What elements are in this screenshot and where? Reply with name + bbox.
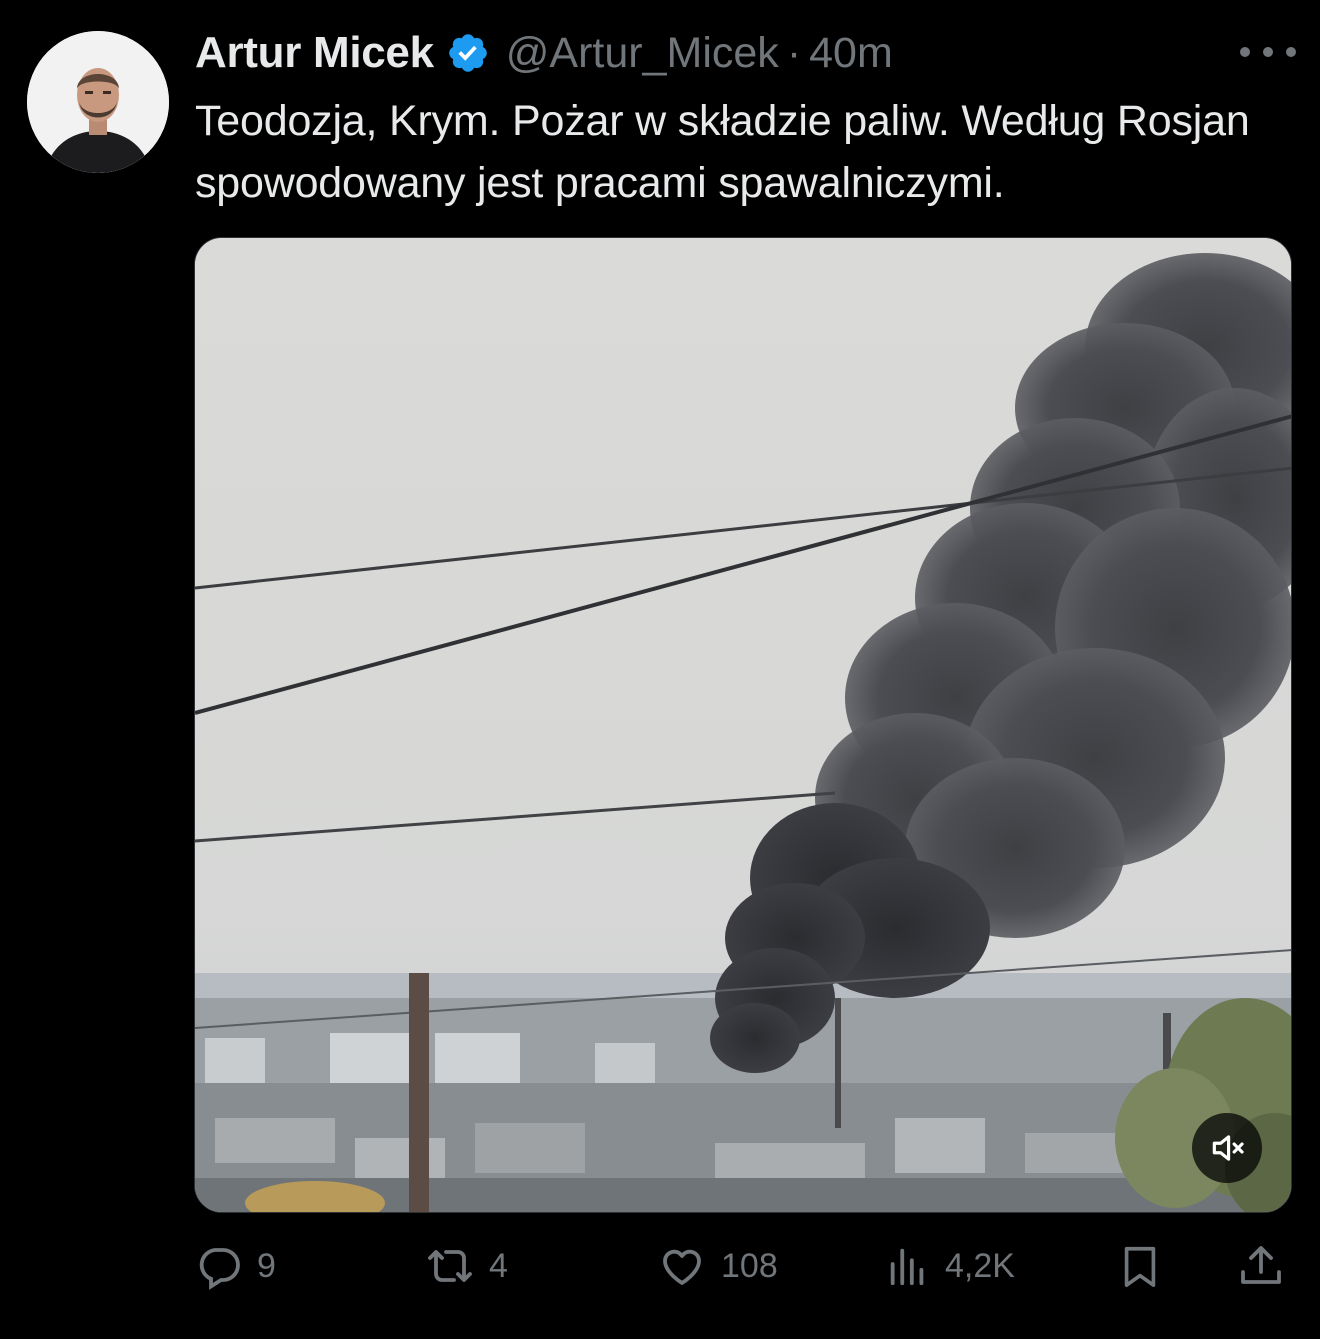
separator-dot: · [786,28,802,77]
like-button[interactable]: 108 [657,1235,778,1297]
verified-badge-icon[interactable] [446,31,490,75]
reply-button[interactable]: 9 [195,1235,276,1297]
bookmark-icon [1124,1246,1156,1287]
like-count: 108 [721,1246,778,1285]
heart-icon [663,1249,701,1285]
views-button[interactable]: 4,2K [885,1235,1015,1297]
tweet-actions: 9 4 108 4,2K [195,1235,1295,1297]
author-name[interactable]: Artur Micek [195,28,434,78]
retweet-icon [428,1250,472,1282]
views-icon [890,1248,924,1286]
share-icon [1241,1246,1281,1284]
mute-toggle-button[interactable] [1192,1113,1262,1183]
tweet-header: Artur Micek @Artur_Micek · 40m [195,24,893,82]
speaker-muted-icon [1212,1135,1244,1161]
reply-count: 9 [257,1246,276,1285]
tweet[interactable]: Artur Micek @Artur_Micek · 40m Teodozja,… [0,0,1320,1339]
share-button[interactable] [1237,1235,1285,1297]
views-count: 4,2K [945,1246,1015,1285]
tweet-text: Teodozja, Krym. Pożar w składzie paliw. … [195,97,1250,207]
bookmark-button[interactable] [1117,1235,1163,1297]
reply-icon [199,1248,240,1290]
video-frame [195,238,1291,1212]
more-options-icon[interactable] [1240,36,1296,68]
tweet-timestamp[interactable]: 40m [809,29,893,78]
tweet-video[interactable] [194,237,1292,1213]
retweet-count: 4 [489,1246,508,1285]
retweet-button[interactable]: 4 [425,1235,508,1297]
author-handle[interactable]: @Artur_Micek [506,29,779,78]
author-avatar[interactable] [27,31,169,173]
